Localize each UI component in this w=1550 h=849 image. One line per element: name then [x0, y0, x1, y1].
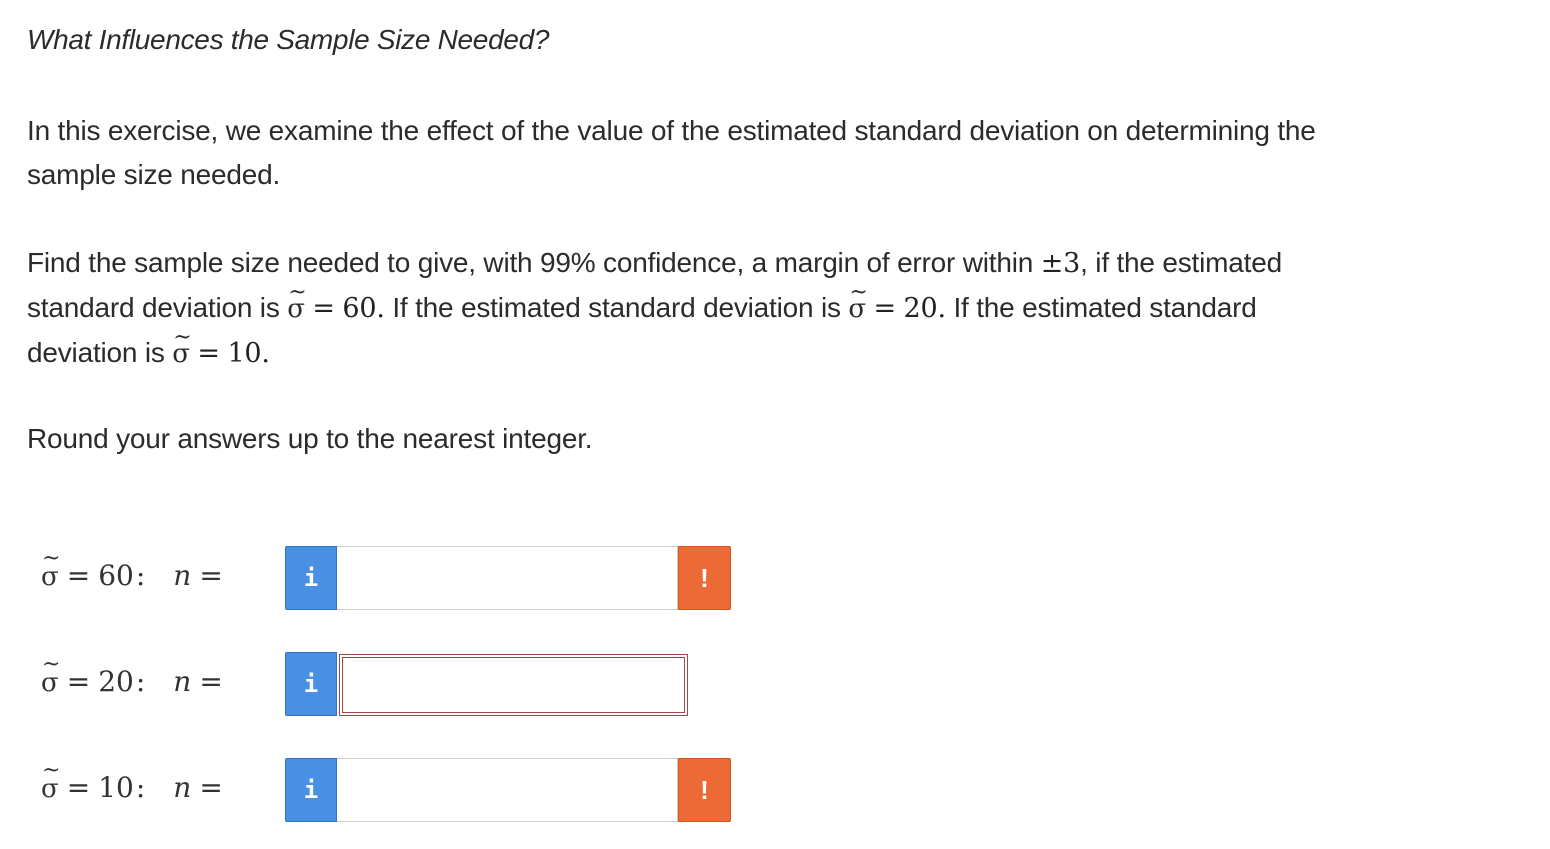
- info-icon[interactable]: i: [285, 758, 337, 822]
- instruction-text: Round your answers up to the nearest int…: [27, 423, 593, 454]
- n-variable: n: [173, 771, 192, 804]
- question-paragraph: Find the sample size needed to give, wit…: [27, 241, 1282, 376]
- sigma-tilde-symbol: σ: [287, 271, 306, 331]
- answer-row-sigma-60: σ=60:n= i !: [27, 546, 747, 612]
- colon: :: [135, 771, 146, 804]
- colon: :: [135, 665, 146, 698]
- answer-label: σ=10:n=: [41, 758, 231, 804]
- sigma-tilde-symbol: σ: [41, 546, 60, 592]
- answer-label: σ=60:n=: [41, 546, 231, 592]
- intro-line-2: sample size needed.: [27, 159, 281, 190]
- sigma-value-20: 20.: [903, 293, 947, 324]
- sigma-tilde-symbol: σ: [172, 316, 191, 376]
- sigma-value: 60: [98, 559, 134, 592]
- colon: :: [135, 559, 146, 592]
- sigma-value-10: 10.: [227, 338, 270, 369]
- sigma-tilde-symbol: σ: [41, 652, 60, 698]
- sample-size-input-sigma-60[interactable]: [337, 546, 678, 610]
- n-variable: n: [173, 665, 192, 698]
- sigma-value: 20: [98, 665, 134, 698]
- equals-sign: =: [199, 771, 223, 804]
- question-text-tail: , if the estimated: [1080, 247, 1282, 278]
- equals-sign: =: [199, 559, 223, 592]
- question-line-1: Find the sample size needed to give, wit…: [27, 241, 1282, 286]
- exercise-title: What Influences the Sample Size Needed?: [27, 24, 550, 55]
- sample-size-input-sigma-10[interactable]: [337, 758, 678, 822]
- n-variable: n: [173, 559, 192, 592]
- intro-line-1: In this exercise, we examine the effect …: [27, 115, 1316, 146]
- answer-row-sigma-10: σ=10:n= i !: [27, 758, 747, 824]
- sigma-tilde-symbol: σ: [41, 758, 60, 804]
- question-text: deviation is: [27, 337, 173, 368]
- equals-sign: =: [199, 665, 223, 698]
- answer-label: σ=20:n=: [41, 652, 231, 698]
- question-text: Find the sample size needed to give, wit…: [27, 247, 1041, 278]
- question-line-3: deviation is σ = 10.: [27, 316, 1282, 376]
- equals-sign: =: [66, 559, 91, 592]
- sigma-value: 10: [98, 771, 134, 804]
- intro-paragraph: In this exercise, we examine the effect …: [27, 109, 1316, 197]
- info-icon[interactable]: i: [285, 546, 337, 610]
- sample-size-input-sigma-20[interactable]: [339, 654, 688, 716]
- info-icon[interactable]: i: [285, 652, 337, 716]
- margin-value: ±3: [1040, 248, 1081, 279]
- question-line-2: standard deviation is σ = 60. If the est…: [27, 271, 1282, 331]
- sigma-value-60: 60.: [342, 293, 385, 324]
- equals-sign: =: [66, 665, 91, 698]
- equals-sign: =: [312, 293, 335, 324]
- question-text: standard deviation is: [27, 292, 288, 323]
- equals-sign: =: [873, 293, 897, 324]
- warning-icon[interactable]: !: [678, 758, 731, 822]
- answer-row-sigma-20: σ=20:n= i: [27, 652, 747, 718]
- equals-sign: =: [197, 338, 220, 369]
- question-text: If the estimated standard deviation is: [384, 292, 849, 323]
- equals-sign: =: [66, 771, 91, 804]
- warning-icon[interactable]: !: [678, 546, 731, 610]
- question-text: If the estimated standard: [945, 292, 1257, 323]
- sigma-tilde-symbol: σ: [848, 271, 867, 331]
